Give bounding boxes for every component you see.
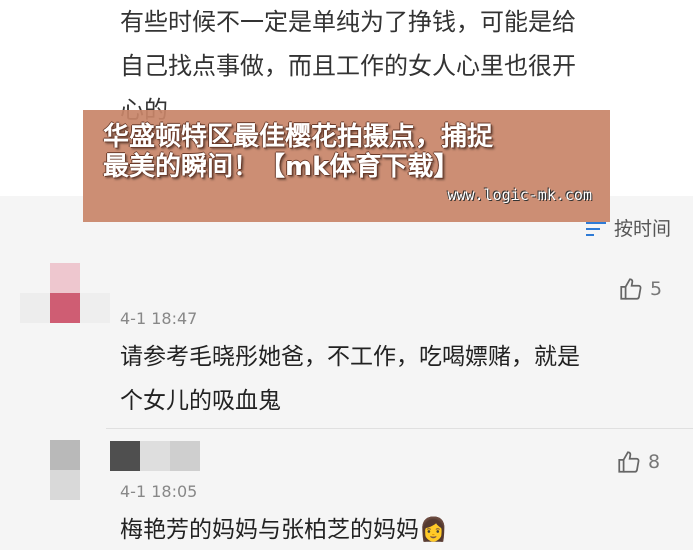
like-count: 8 (648, 451, 661, 473)
comment-time: 4-1 18:05 (120, 482, 198, 501)
avatar[interactable] (50, 440, 80, 500)
ad-title: 华盛顿特区最佳樱花拍摄点，捕捉 最美的瞬间！【mk体育下载】 (103, 122, 603, 182)
comment-time: 4-1 18:47 (120, 309, 198, 328)
like-button[interactable]: 8 (616, 449, 660, 475)
ad-title-line: 最美的瞬间！【mk体育下载】 (103, 152, 460, 182)
ad-url: www.logic-mk.com (447, 186, 593, 204)
sort-label: 按时间 (613, 218, 671, 240)
woman-emoji-icon: 👩 (419, 517, 448, 543)
like-count: 5 (650, 278, 663, 300)
thumbs-up-icon (620, 278, 642, 300)
comment-text: 请参考毛晓彤她爸，不工作，吃喝嫖赌，就是 个女儿的吸血鬼 (120, 335, 580, 423)
ad-banner[interactable]: 华盛顿特区最佳樱花拍摄点，捕捉 最美的瞬间！【mk体育下载】 www.logic… (83, 110, 610, 222)
like-button[interactable]: 5 (618, 276, 662, 302)
username-redacted[interactable] (110, 441, 200, 471)
ad-title-line: 华盛顿特区最佳樱花拍摄点，捕捉 (103, 122, 494, 152)
post-text-line: 自己找点事做，而且工作的女人心里也很开 (120, 52, 576, 80)
comment-text: 梅艳芳的妈妈与张柏芝的妈妈👩 (120, 508, 448, 552)
post-text-line: 有些时候不一定是单纯为了挣钱，可能是给 (120, 8, 576, 36)
divider (106, 428, 693, 429)
comment-text-line: 请参考毛晓彤她爸，不工作，吃喝嫖赌，就是 (120, 344, 580, 370)
thumbs-up-icon (618, 451, 640, 473)
avatar[interactable] (20, 263, 110, 323)
comment-text-line: 梅艳芳的妈妈与张柏芝的妈妈 (120, 517, 419, 543)
comment-text-line: 个女儿的吸血鬼 (120, 388, 281, 414)
